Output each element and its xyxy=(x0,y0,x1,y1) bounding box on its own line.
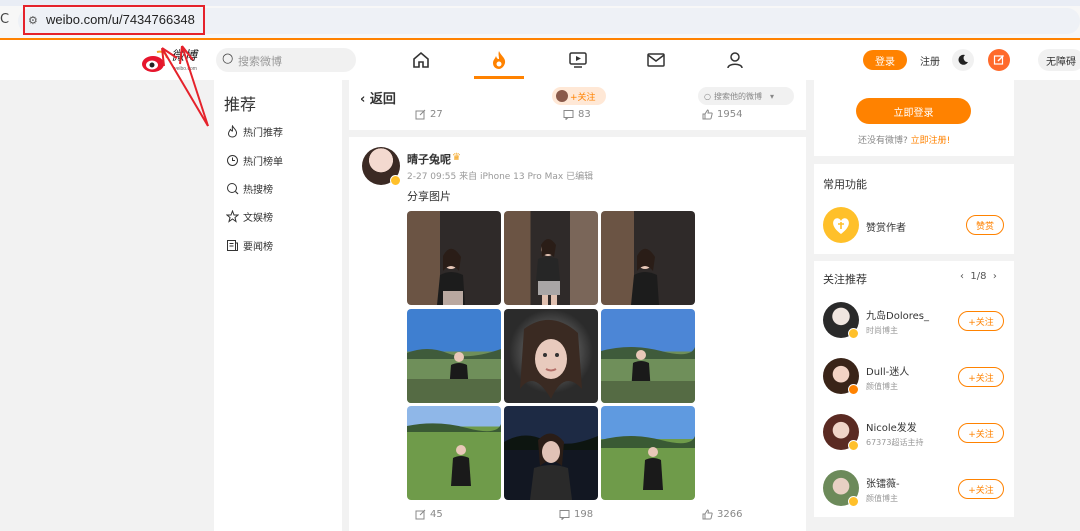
reload-icon[interactable]: C xyxy=(0,12,9,27)
search-his-weibo-input[interactable]: ○ 搜索他的微博 ▾ xyxy=(698,87,794,105)
post-photo[interactable] xyxy=(504,406,598,500)
sidebar-item-label: 热搜榜 xyxy=(243,184,273,196)
like-icon xyxy=(702,509,713,520)
search-input[interactable] xyxy=(216,48,356,72)
accessibility-button[interactable]: 无障碍 xyxy=(1038,49,1080,71)
recommend-name[interactable]: 张镭薇- xyxy=(866,475,900,490)
post-photo[interactable] xyxy=(407,406,501,500)
annotation-arrows xyxy=(161,45,209,127)
follow-recommend-title: 关注推荐 xyxy=(823,273,867,286)
recommend-name[interactable]: Nicole发发 xyxy=(866,419,917,434)
nav-hot-icon[interactable] xyxy=(484,46,514,74)
post-photo[interactable] xyxy=(407,309,501,403)
follow-button[interactable]: +关注 xyxy=(958,423,1004,443)
search-rank-icon xyxy=(227,182,239,194)
post-text: 分享图片 xyxy=(407,190,451,203)
sidebar-item-label: 热门推荐 xyxy=(243,127,283,139)
post-meta: 2-27 09:55 来自 iPhone 13 Pro Max 已编辑 xyxy=(407,172,594,182)
nav-message-icon[interactable] xyxy=(641,46,671,74)
nav-active-indicator xyxy=(474,76,524,79)
post-photo[interactable] xyxy=(504,309,598,403)
reward-button[interactable]: 赞赏 xyxy=(966,215,1004,235)
sidebar-item-entertainment[interactable]: 文娱榜 xyxy=(226,207,273,225)
chevron-left-icon: ‹ xyxy=(360,92,370,107)
recommend-desc: 时尚博主 xyxy=(866,326,898,335)
recommend-desc: 67373超话主持 xyxy=(866,438,924,447)
post-photo[interactable] xyxy=(407,211,501,305)
repost-icon xyxy=(415,509,426,520)
recommend-pager[interactable]: ‹ 1/8 › xyxy=(960,271,997,282)
left-sidebar xyxy=(214,80,342,531)
post-photo[interactable] xyxy=(601,406,695,500)
follow-chip[interactable]: +关注 xyxy=(552,87,606,105)
verified-badge-icon xyxy=(848,440,859,451)
sidebar-item-label: 文娱榜 xyxy=(243,212,273,224)
nav-video-icon[interactable] xyxy=(563,46,593,74)
recommend-name[interactable]: 九岛Dolores_ xyxy=(866,307,929,322)
flame-icon xyxy=(227,124,238,138)
recommend-desc: 颜值博主 xyxy=(866,382,898,391)
like-icon xyxy=(702,109,713,120)
crown-icon: ♛ xyxy=(452,152,461,163)
sidebar-item-label: 要闻榜 xyxy=(243,241,273,253)
recommend-name[interactable]: Dull-迷人 xyxy=(866,363,909,378)
reward-author-label: 赞赏作者 xyxy=(866,223,906,234)
follow-button[interactable]: +关注 xyxy=(958,311,1004,331)
post-photo[interactable] xyxy=(601,211,695,305)
dark-mode-icon[interactable] xyxy=(952,49,974,71)
sidebar-item-hot-list[interactable]: 热门榜单 xyxy=(226,151,283,169)
repost-count[interactable]: 27 xyxy=(415,109,443,120)
like-count[interactable]: 1954 xyxy=(702,109,742,120)
compose-icon[interactable] xyxy=(988,49,1010,71)
follow-button[interactable]: +关注 xyxy=(958,367,1004,387)
chevron-down-icon: ▾ xyxy=(769,91,774,101)
post-photo[interactable] xyxy=(504,211,598,305)
comment-icon xyxy=(559,510,570,520)
post-username[interactable]: 晴子兔呢 xyxy=(407,151,451,167)
star-icon xyxy=(226,209,239,223)
verified-badge-icon xyxy=(848,384,859,395)
search-icon: ○ xyxy=(222,51,234,66)
comment-count[interactable]: 83 xyxy=(563,109,591,120)
header-register-link[interactable]: 注册 xyxy=(920,53,940,68)
verified-badge-icon xyxy=(390,175,401,186)
nav-home-icon[interactable] xyxy=(406,46,436,74)
like-count[interactable]: 3266 xyxy=(702,509,742,520)
repost-count[interactable]: 45 xyxy=(415,509,443,520)
verified-badge-icon xyxy=(848,328,859,339)
post-photo[interactable] xyxy=(601,309,695,403)
clock-icon xyxy=(227,154,238,166)
sidebar-item-label: 热门榜单 xyxy=(243,156,283,168)
recommend-desc: 颜值博主 xyxy=(866,494,898,503)
chip-avatar xyxy=(556,90,568,102)
search-placeholder: 搜索微博 xyxy=(238,55,282,68)
back-button[interactable]: ‹ 返回 xyxy=(360,88,396,107)
sidebar-item-hot-search[interactable]: 热搜榜 xyxy=(226,179,273,197)
register-prompt: 还没有微博? 立即注册! xyxy=(858,136,951,146)
repost-icon xyxy=(415,109,426,120)
left-sidebar-title: 推荐 xyxy=(224,95,257,114)
verified-badge-icon xyxy=(848,496,859,507)
common-functions-title: 常用功能 xyxy=(823,178,867,191)
reward-heart-icon xyxy=(823,207,859,243)
login-now-button[interactable]: 立即登录 xyxy=(856,98,971,124)
sidebar-item-hot-recommend[interactable]: 热门推荐 xyxy=(226,122,283,140)
register-now-link[interactable]: 立即注册! xyxy=(911,136,951,146)
chevron-left-icon[interactable]: ‹ xyxy=(960,271,964,282)
search-icon: ○ xyxy=(704,91,711,101)
header-login-button[interactable]: 登录 xyxy=(863,50,907,70)
comment-count[interactable]: 198 xyxy=(559,509,593,520)
comment-icon xyxy=(563,110,574,120)
follow-button[interactable]: +关注 xyxy=(958,479,1004,499)
nav-profile-icon[interactable] xyxy=(720,46,750,74)
chevron-right-icon[interactable]: › xyxy=(993,271,997,282)
news-icon xyxy=(227,239,238,251)
sidebar-item-news[interactable]: 要闻榜 xyxy=(226,236,273,254)
